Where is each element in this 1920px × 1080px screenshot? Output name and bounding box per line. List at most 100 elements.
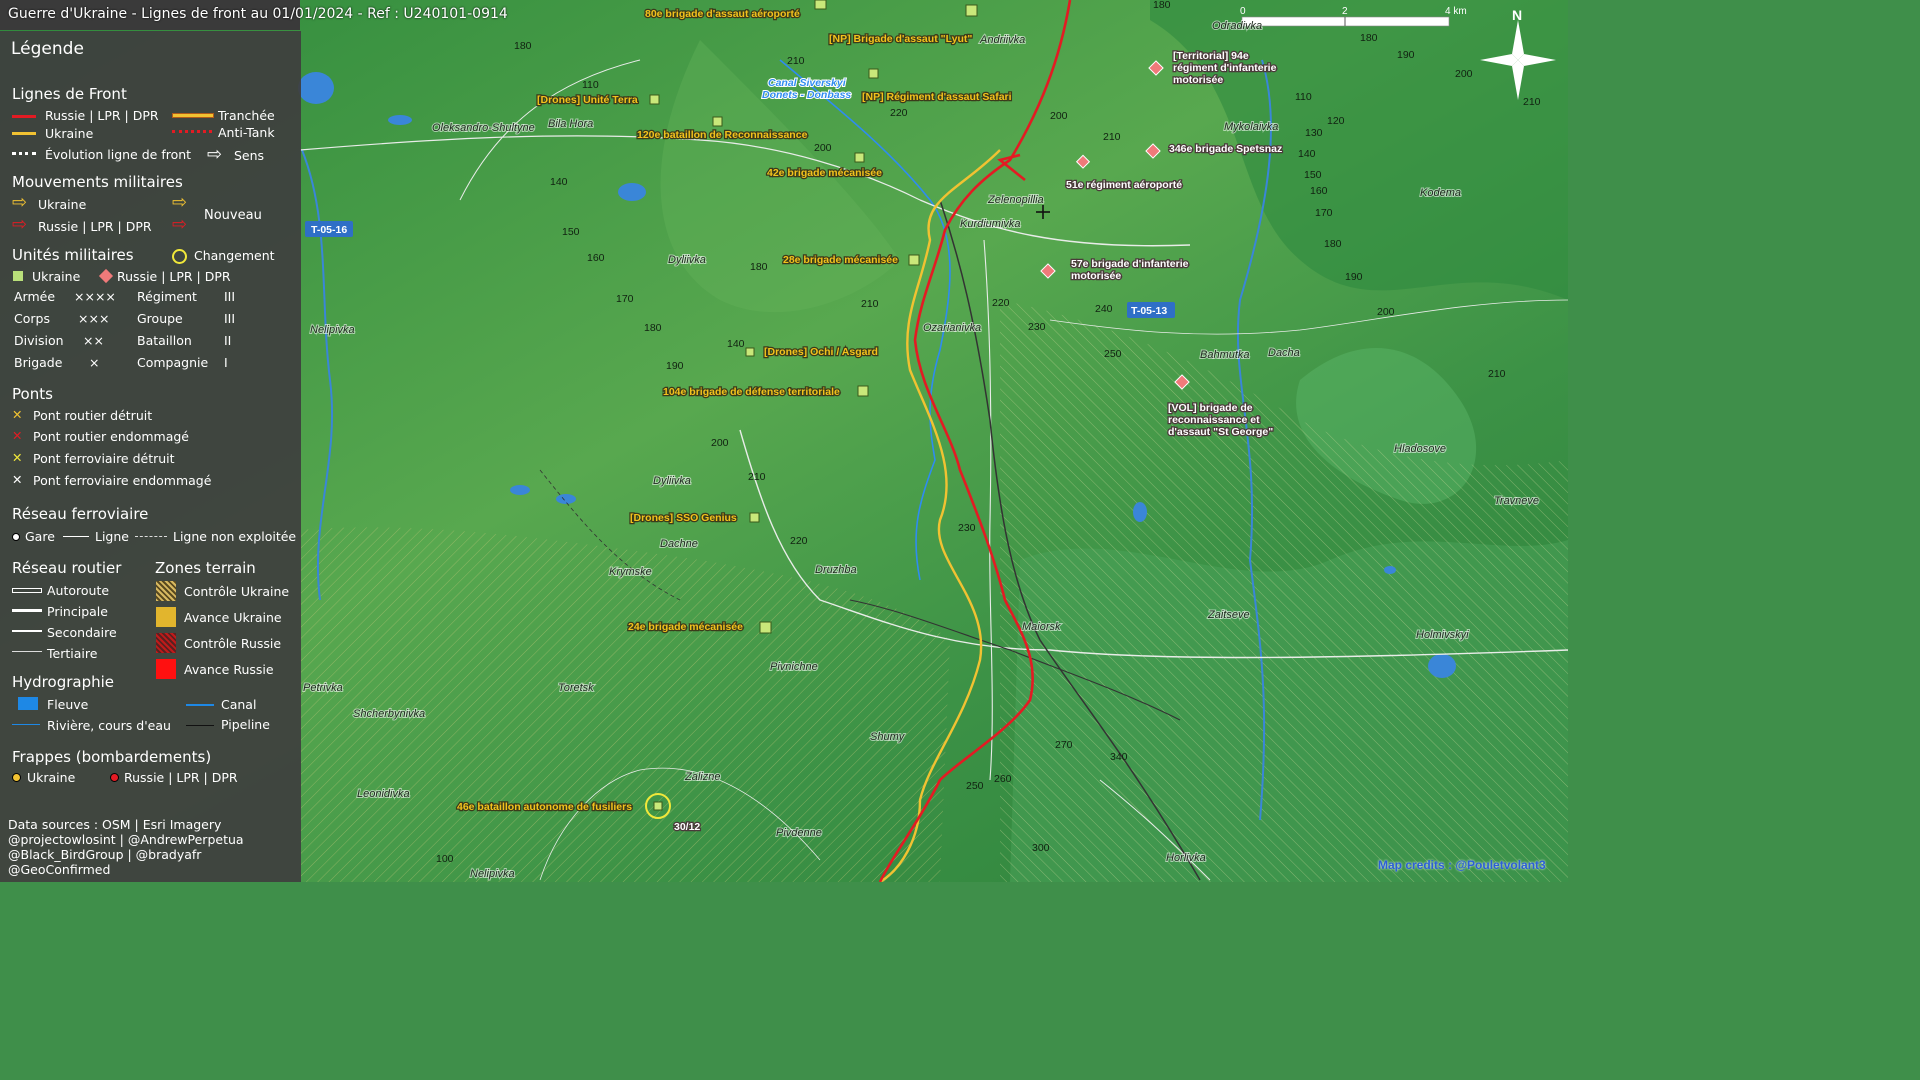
svg-text:300: 300 [1032, 842, 1050, 854]
echelon-symbol: III [224, 289, 236, 304]
change-circle-icon [172, 249, 187, 264]
svg-text:200: 200 [1050, 110, 1068, 122]
legend-moves-title: Mouvements militaires [12, 173, 183, 191]
town-label: Shcherbynivka [353, 708, 425, 720]
town-label: Andriivka [979, 34, 1025, 46]
road-tertiary-swatch [12, 651, 42, 652]
svg-text:210: 210 [861, 298, 879, 310]
legend-units-ukraine: Ukraine [32, 269, 81, 284]
svg-text:250: 250 [1104, 348, 1122, 360]
svg-text:220: 220 [790, 535, 808, 547]
svg-text:120: 120 [1327, 115, 1345, 127]
svg-text:[VOL] brigade de: [VOL] brigade de [1168, 402, 1253, 414]
legend-bridge: Pont routier détruit [33, 408, 153, 423]
scale-end: 4 km [1445, 6, 1467, 17]
town-label: Travneve [1494, 495, 1539, 507]
echelon-symbol: ×× [83, 333, 104, 348]
svg-text:100: 100 [436, 853, 454, 865]
legend-zone: Contrôle Ukraine [184, 584, 290, 599]
town-label: Zaitseve [1207, 609, 1250, 621]
svg-text:190: 190 [1397, 49, 1415, 61]
svg-text:200: 200 [711, 437, 729, 449]
svg-text:T-05-16: T-05-16 [311, 224, 347, 236]
echelon-symbol: ××× [78, 311, 110, 326]
svg-text:190: 190 [666, 360, 684, 372]
legend-bridges-title: Ponts [12, 385, 53, 403]
town-label: Maiorsk [1022, 621, 1061, 633]
svg-text:110: 110 [582, 79, 599, 91]
svg-text:200: 200 [1377, 306, 1395, 318]
scale-mid: 2 [1342, 6, 1348, 17]
town-label: Pivdenne [776, 827, 822, 839]
echelon-name: Corps [14, 311, 50, 326]
svg-text:210: 210 [748, 471, 766, 483]
svg-text:110: 110 [1295, 91, 1312, 103]
town-label: Shumy [870, 731, 906, 743]
legend-trench: Tranchée [218, 108, 275, 123]
unit-label-ukraine: 46e bataillon autonome de fusiliers [457, 801, 632, 813]
legend-road-title: Réseau routier [12, 559, 122, 577]
rail-line-swatch [63, 536, 89, 537]
town-label: Odradivka [1212, 20, 1262, 32]
legend-hydro-river: Fleuve [47, 697, 89, 712]
unit-label-ukraine: [Drones] SSO Genius [630, 512, 737, 524]
svg-text:346e brigade Spetsnaz: 346e brigade Spetsnaz [1169, 143, 1282, 155]
hydro-pipeline-swatch [186, 725, 214, 726]
svg-text:150: 150 [562, 226, 580, 238]
town-label: Kurdiumivka [960, 218, 1021, 230]
echelon-name: Bataillon [137, 333, 192, 348]
legend-rail-unused: Ligne non exploitée [173, 529, 297, 544]
echelon-symbol: II [224, 333, 232, 348]
hydro-canal-swatch [186, 704, 214, 706]
legend-units-title: Unités militaires [12, 246, 134, 264]
echelon-symbol: × [89, 355, 100, 370]
svg-text:210: 210 [1523, 96, 1541, 108]
svg-text:140: 140 [727, 338, 745, 350]
legend-road: Secondaire [47, 625, 117, 640]
town-label: Dachne [660, 538, 698, 550]
unit-label-ukraine: 42e brigade mécanisée [767, 167, 882, 179]
legend-rail-station: Gare [25, 529, 55, 544]
svg-text:230: 230 [1028, 321, 1046, 333]
legend-strikes-russia: Russie | LPR | DPR [124, 770, 238, 785]
legend-moves-new: Nouveau [204, 208, 262, 223]
echelon-name: Régiment [137, 289, 197, 304]
svg-text:T-05-13: T-05-13 [1131, 305, 1167, 317]
town-label: Nelipivka [470, 868, 515, 880]
svg-text:180: 180 [514, 40, 532, 52]
road-highway-swatch [12, 588, 42, 593]
credit-line: @GeoConfirmed [8, 862, 111, 877]
town-label: Petrivka [303, 682, 343, 694]
new-russia-arrow-icon: ⇨ [172, 214, 188, 235]
svg-text:reconnaissance et: reconnaissance et [1168, 414, 1260, 426]
legend-moves-ukraine: Ukraine [38, 197, 87, 212]
echelon-name: Armée [14, 289, 56, 304]
legend-front-russia: Russie | LPR | DPR [45, 108, 159, 123]
zone-ukraine-control-swatch [156, 581, 176, 601]
legend-bridge: Pont ferroviaire détruit [33, 451, 175, 466]
legend-road: Principale [47, 604, 108, 619]
credit-line: Data sources : OSM | Esri Imagery [8, 817, 222, 832]
svg-text:160: 160 [587, 252, 605, 264]
bridge-road-damaged-icon: ✕ [12, 428, 23, 443]
town-label: Oleksandro-Shultyne [432, 122, 535, 134]
rail-station-icon [12, 533, 20, 541]
svg-text:240: 240 [1095, 303, 1113, 315]
unit-label-ukraine: [Drones] Ochi / Asgard [764, 346, 878, 358]
north-label: N [1512, 7, 1522, 23]
svg-text:57e brigade d'infanterie: 57e brigade d'infanterie [1071, 258, 1189, 270]
unit-label-ukraine: 28e brigade mécanisée [783, 254, 898, 266]
svg-text:régiment d'infanterie: régiment d'infanterie [1173, 62, 1277, 74]
canal-label-2: Donets - Donbass [762, 89, 851, 101]
svg-text:260: 260 [994, 773, 1012, 785]
town-label: Kodema [1420, 187, 1461, 199]
svg-text:200: 200 [814, 142, 832, 154]
legend-hydro-title: Hydrographie [12, 673, 114, 691]
bridge-rail-damaged-icon: ✕ [12, 472, 23, 487]
unit-label-ukraine: 80e brigade d'assaut aéroporté [645, 8, 800, 20]
bridge-rail-destroyed-icon: ✕ [12, 450, 23, 465]
echelon-name: Compagnie [137, 355, 209, 370]
move-ukraine-arrow-icon: ⇨ [12, 192, 28, 213]
new-ukraine-arrow-icon: ⇨ [172, 192, 188, 213]
town-label: Bila Hora [548, 118, 593, 130]
